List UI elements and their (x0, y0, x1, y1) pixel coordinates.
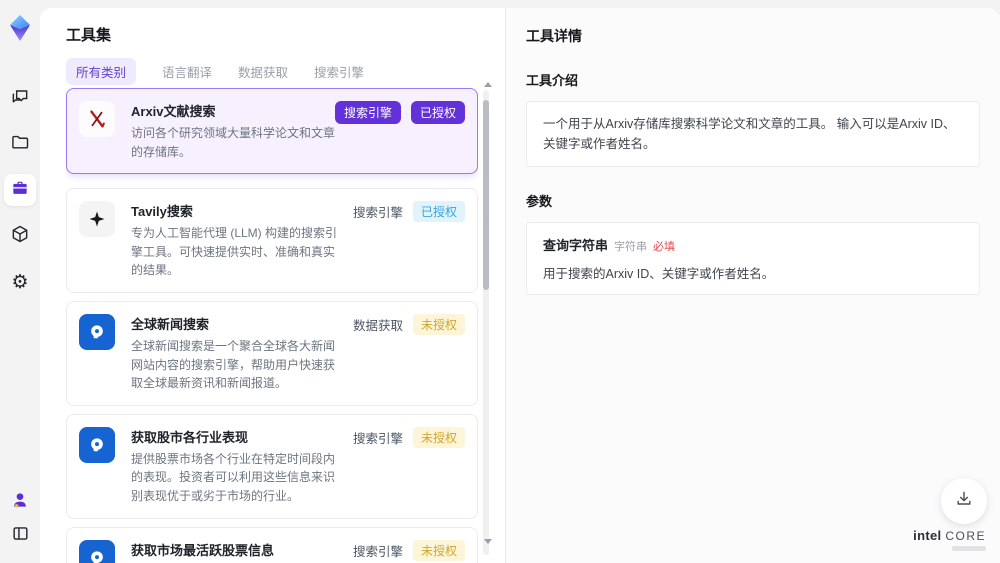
tool-description: 专为人工智能代理 (LLM) 构建的搜索引擎工具。可快速提供实时、准确和真实的结… (131, 226, 338, 278)
news-search-logo-icon (79, 313, 115, 350)
sidebar-item-settings[interactable]: ⚙ (4, 266, 36, 298)
app-logo-icon (7, 14, 33, 42)
scroll-down-arrow[interactable] (484, 539, 492, 544)
scrollbar-thumb[interactable] (483, 100, 489, 290)
tool-card-tavily[interactable]: Tavily搜索 专为人工智能代理 (LLM) 构建的搜索引擎工具。可快速提供实… (66, 188, 478, 293)
tab-data-fetch[interactable]: 数据获取 (238, 62, 288, 81)
intro-heading: 工具介绍 (526, 73, 579, 88)
sidebar-item-files[interactable] (4, 128, 36, 160)
toolset-column: 工具集 所有类别 语言翻译 数据获取 搜索引擎 Arxiv文献搜索 访问各个研究… (40, 8, 505, 563)
tool-card-arxiv[interactable]: Arxiv文献搜索 访问各个研究领域大量科学论文和文章的存储库。 搜索引擎 已授… (66, 88, 478, 175)
intro-card: 一个用于从Arxiv存储库搜索科学论文和文章的工具。 输入可以是Arxiv ID… (526, 101, 980, 167)
download-button[interactable] (941, 478, 987, 524)
cube-icon (10, 224, 30, 249)
user-avatar[interactable] (4, 487, 36, 513)
status-badge: 已授权 (412, 201, 465, 223)
param-type: 字符串 (614, 241, 648, 253)
param-name: 查询字符串 (543, 238, 609, 253)
brand-subtext-bar (952, 546, 986, 551)
status-badge: 已授权 (410, 101, 465, 124)
list-scrollbar[interactable] (483, 90, 489, 555)
sidebar-item-toolset[interactable] (4, 174, 36, 206)
left-nav-rail: ⚙ (0, 0, 40, 563)
chat-icon (10, 86, 30, 111)
category-label: 搜索引擎 (352, 206, 403, 221)
tool-name: Tavily搜索 (131, 204, 193, 220)
tool-description: 访问各个研究领域大量科学论文和文章的存储库。 (131, 126, 336, 159)
tool-name: 全球新闻搜索 (131, 316, 210, 332)
layout-panel-icon (11, 524, 30, 548)
page-title: 工具集 (66, 27, 112, 44)
params-heading: 参数 (526, 194, 553, 209)
collapse-panel-button[interactable] (4, 523, 36, 549)
tab-language-translation[interactable]: 语言翻译 (162, 62, 212, 81)
status-badge: 未授权 (412, 313, 465, 335)
status-badge: 未授权 (412, 426, 465, 448)
download-icon (954, 489, 974, 514)
folder-icon (10, 132, 30, 157)
param-card: 查询字符串 字符串 必填 用于搜索的Arxiv ID、关键字或作者姓名。 (526, 222, 980, 295)
news-search-logo-icon (79, 539, 115, 563)
tool-name: Arxiv文献搜索 (131, 104, 216, 119)
intel-core-logo: intel CORE (913, 528, 986, 551)
tool-description: 提供股票市场各个行业在特定时间段内的表现。投资者可以利用这些信息来识别表现优于或… (131, 451, 336, 503)
tool-list: Arxiv文献搜索 访问各个研究领域大量科学论文和文章的存储库。 搜索引擎 已授… (66, 88, 478, 563)
category-label: 数据获取 (352, 318, 403, 333)
scroll-up-arrow[interactable] (484, 82, 492, 87)
toolbox-icon (10, 178, 30, 203)
brand-core: CORE (945, 529, 986, 543)
tavily-logo-icon (79, 201, 115, 238)
sidebar-item-chat[interactable] (4, 82, 36, 114)
tool-card-sector-performance[interactable]: 获取股市各行业表现 提供股票市场各个行业在特定时间段内的表现。投资者可以利用这些… (66, 413, 478, 519)
intro-text: 一个用于从Arxiv存储库搜索科学论文和文章的工具。 输入可以是Arxiv ID… (543, 117, 956, 151)
category-tabs: 所有类别 语言翻译 数据获取 搜索引擎 (66, 58, 364, 85)
category-label: 搜索引擎 (352, 544, 403, 559)
tool-name: 获取市场最活跃股票信息 (131, 542, 275, 558)
category-badge: 搜索引擎 (334, 101, 401, 124)
sidebar-item-plugins[interactable] (4, 220, 36, 252)
gear-icon: ⚙ (11, 270, 29, 293)
tool-description: 全球新闻搜索是一个聚合全球各大新闻网站内容的搜索引擎，帮助用户快速获取全球最新资… (131, 338, 336, 391)
tool-name: 获取股市各行业表现 (131, 429, 249, 445)
details-title: 工具详情 (526, 28, 582, 44)
brand-intel: intel (913, 528, 942, 543)
tab-search-engine[interactable]: 搜索引擎 (314, 62, 364, 81)
tool-details-panel: 工具详情 工具介绍 一个用于从Arxiv存储库搜索科学论文和文章的工具。 输入可… (505, 8, 1000, 563)
tool-card-global-news[interactable]: 全球新闻搜索 全球新闻搜索是一个聚合全球各大新闻网站内容的搜索引擎，帮助用户快速… (66, 300, 478, 406)
main-panel: 工具集 所有类别 语言翻译 数据获取 搜索引擎 Arxiv文献搜索 访问各个研究… (40, 8, 1000, 563)
param-required-badge: 必填 (653, 241, 676, 253)
arxiv-logo-icon (79, 101, 115, 137)
tool-card-most-active-stocks[interactable]: 获取市场最活跃股票信息 提供当天交易量最高的股票列表，投资者可以利用这些信息来识… (66, 526, 478, 563)
tab-all-categories[interactable]: 所有类别 (66, 58, 137, 85)
category-label: 搜索引擎 (352, 431, 403, 446)
param-description: 用于搜索的Arxiv ID、关键字或作者姓名。 (543, 267, 775, 281)
status-badge: 未授权 (412, 539, 465, 561)
news-search-logo-icon (79, 426, 115, 463)
